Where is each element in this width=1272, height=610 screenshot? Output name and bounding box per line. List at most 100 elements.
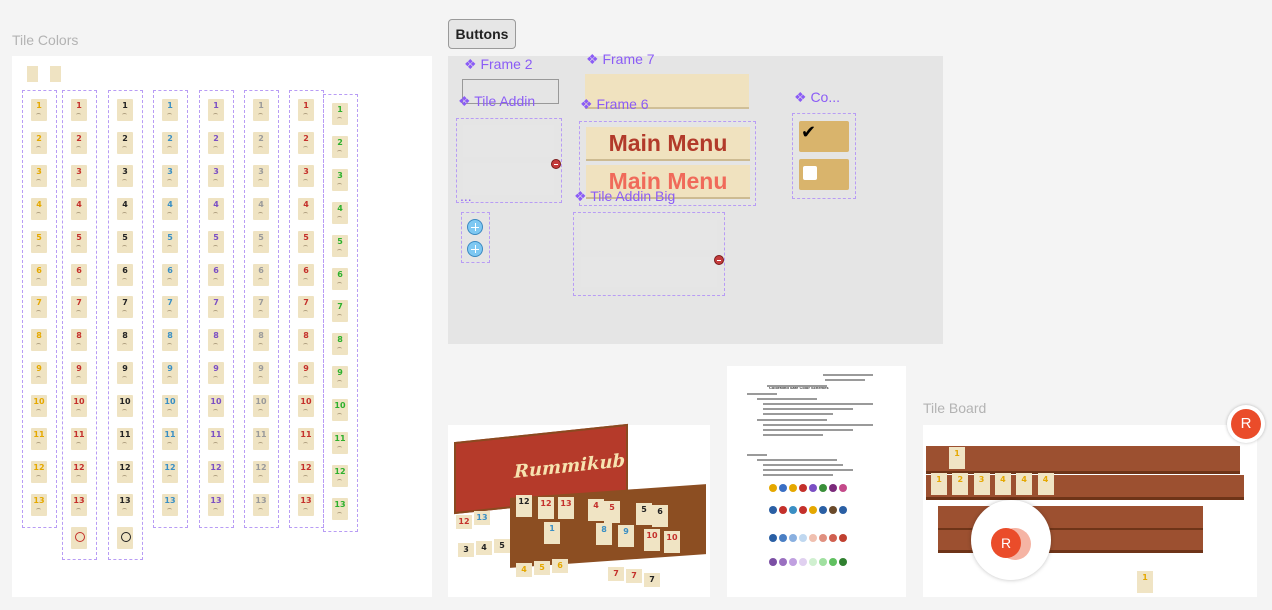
- tile[interactable]: 1: [208, 99, 224, 121]
- tile[interactable]: 8: [208, 329, 224, 352]
- document-preview[interactable]: ColorMind Safe Color Schemes: [727, 366, 906, 597]
- tile[interactable]: 8: [332, 333, 348, 356]
- buttons-frame[interactable]: ❖ Frame 2 ❖ Frame 7 ❖ Tile Addin ... ❖ F…: [448, 51, 943, 344]
- tile[interactable]: 7: [117, 296, 133, 319]
- tile[interactable]: 12: [332, 464, 348, 487]
- tile[interactable]: 2: [117, 131, 133, 154]
- tile[interactable]: 1: [117, 99, 133, 121]
- buttons-frame-label[interactable]: Buttons: [448, 19, 516, 49]
- add-icon[interactable]: [467, 219, 483, 235]
- frame7-label[interactable]: ❖ Frame 7: [586, 51, 655, 68]
- tile[interactable]: 4: [71, 197, 87, 220]
- tile-column[interactable]: 1 2 3 4 5 6 7 8 9 10 11 12 13: [244, 90, 279, 528]
- tile[interactable]: 2: [208, 131, 224, 154]
- tile[interactable]: 8: [162, 329, 178, 352]
- checkbox-unchecked[interactable]: [799, 159, 849, 190]
- tile[interactable]: 13: [71, 493, 87, 516]
- tile[interactable]: 6: [162, 263, 178, 286]
- board-tile[interactable]: 1: [931, 473, 947, 495]
- tile[interactable]: 6: [71, 263, 87, 286]
- tile[interactable]: 7: [208, 296, 224, 319]
- tile[interactable]: 13: [117, 493, 133, 516]
- tile-board-frame[interactable]: 11234441 R: [923, 425, 1257, 597]
- tile-column[interactable]: 1 2 3 4 5 6 7 8 9 10 11 12 13: [22, 90, 57, 528]
- checkbox-checked[interactable]: ✔: [799, 121, 849, 152]
- checkbox-component-label[interactable]: ❖ Co...: [794, 89, 840, 106]
- tile[interactable]: 12: [117, 460, 133, 483]
- tile[interactable]: 9: [117, 362, 133, 385]
- tile[interactable]: 6: [253, 263, 269, 286]
- tile[interactable]: 8: [253, 329, 269, 352]
- tile[interactable]: 9: [253, 362, 269, 385]
- tile[interactable]: 8: [71, 329, 87, 352]
- tile-addin-big-label[interactable]: ❖ Tile Addin Big: [574, 188, 675, 205]
- tile[interactable]: 1: [162, 99, 178, 121]
- joker-tile[interactable]: [71, 526, 87, 549]
- tile[interactable]: 2: [253, 131, 269, 154]
- tile-column[interactable]: 1 2 3 4 5 6 7 8 9 10 11 12 13: [199, 90, 234, 528]
- avatar[interactable]: R: [991, 528, 1021, 558]
- rummikub-photo[interactable]: Rummikub 12 12 13 4 5 5 6 1 8 9 10 10 12 13 3 4 5 4 5 6 7 7 7: [448, 423, 710, 597]
- remove-icon[interactable]: [551, 159, 561, 169]
- board-tile[interactable]: 4: [994, 473, 1011, 495]
- tile[interactable]: 4: [117, 197, 133, 220]
- tile[interactable]: 2: [332, 135, 348, 158]
- board-tile[interactable]: 4: [1016, 473, 1033, 495]
- tile[interactable]: 10: [298, 395, 314, 418]
- tile[interactable]: 7: [31, 296, 47, 319]
- main-menu-button[interactable]: Main Menu: [586, 127, 750, 161]
- tile[interactable]: 10: [253, 395, 269, 418]
- tile[interactable]: 5: [162, 230, 178, 253]
- tile[interactable]: 2: [162, 131, 178, 154]
- tile[interactable]: 6: [31, 263, 47, 286]
- tile[interactable]: 3: [162, 164, 178, 187]
- tile[interactable]: 12: [253, 460, 269, 483]
- tile[interactable]: 13: [162, 493, 178, 516]
- tile[interactable]: 7: [253, 296, 269, 319]
- tile[interactable]: 5: [117, 230, 133, 253]
- tile[interactable]: 10: [208, 395, 224, 418]
- tile[interactable]: 11: [298, 428, 314, 450]
- tile[interactable]: 1: [298, 99, 314, 121]
- tile[interactable]: 10: [117, 395, 133, 418]
- tile[interactable]: 8: [117, 329, 133, 352]
- tile[interactable]: 13: [253, 493, 269, 516]
- tile[interactable]: 4: [332, 201, 348, 224]
- frame6-label[interactable]: ❖ Frame 6: [580, 96, 649, 113]
- tile[interactable]: 4: [298, 197, 314, 220]
- tile[interactable]: 11: [332, 432, 348, 454]
- tile[interactable]: 13: [298, 493, 314, 516]
- tile-column[interactable]: 1 2 3 4 5 6 7 8 9 10 11 12 13: [289, 90, 324, 528]
- tile[interactable]: 5: [71, 230, 87, 253]
- tile[interactable]: 12: [208, 460, 224, 483]
- tile[interactable]: 3: [31, 164, 47, 187]
- board-tile[interactable]: 1: [949, 447, 965, 469]
- tile[interactable]: 13: [208, 493, 224, 516]
- tile[interactable]: 7: [298, 296, 314, 319]
- board-tile[interactable]: 3: [973, 473, 990, 495]
- tile-colors-frame[interactable]: 1 2 3 4 5 6 7 8 9 10 11 12 13 1 2 3 4 5 6 7 8 9 10 11 12 13 1 2 3 4 5 6…: [12, 56, 432, 597]
- tile[interactable]: 1: [332, 103, 348, 125]
- tile[interactable]: 5: [298, 230, 314, 253]
- tile[interactable]: 4: [162, 197, 178, 220]
- tile-addin-big-component[interactable]: [573, 212, 725, 296]
- tile[interactable]: 3: [298, 164, 314, 187]
- tile[interactable]: 5: [332, 234, 348, 257]
- tile-column[interactable]: 1 2 3 4 5 6 7 8 9 10 11 12 13: [323, 94, 358, 532]
- tile[interactable]: 9: [71, 362, 87, 385]
- add-buttons-component[interactable]: [461, 212, 490, 263]
- tile[interactable]: 5: [31, 230, 47, 253]
- tile[interactable]: 6: [208, 263, 224, 286]
- tile[interactable]: 4: [208, 197, 224, 220]
- tile[interactable]: 3: [208, 164, 224, 187]
- tile[interactable]: 9: [332, 366, 348, 389]
- tile[interactable]: 11: [31, 428, 47, 450]
- tile[interactable]: 7: [162, 296, 178, 319]
- joker-tile[interactable]: [117, 526, 133, 549]
- tile[interactable]: 10: [332, 399, 348, 422]
- tile[interactable]: 3: [117, 164, 133, 187]
- checkbox-component[interactable]: ✔: [792, 113, 856, 199]
- tile[interactable]: 5: [208, 230, 224, 253]
- tile[interactable]: 12: [31, 460, 47, 483]
- tile-board-frame-label[interactable]: Tile Board: [923, 400, 986, 416]
